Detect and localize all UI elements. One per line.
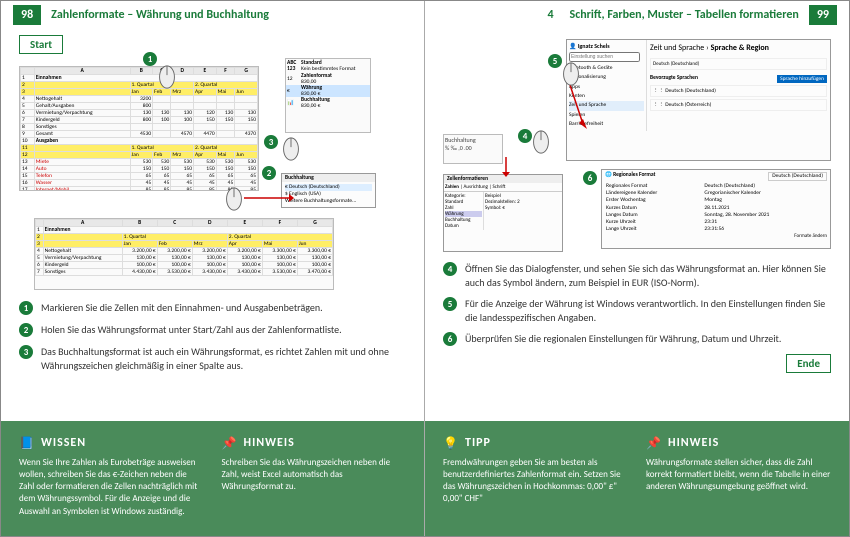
mouse-icon xyxy=(157,64,177,90)
step-text: Öffnen Sie das Dialogfenster, und sehen … xyxy=(465,262,831,289)
step-num: 5 xyxy=(443,297,457,311)
mouse-icon xyxy=(561,61,581,87)
tipp-text: Fremdwährungen geben Sie am besten als b… xyxy=(443,457,628,506)
hinweis-text: Währungsformate stellen sicher, dass die… xyxy=(646,457,831,493)
mouse-icon xyxy=(224,186,244,212)
tipp-head: TIPP xyxy=(465,436,491,450)
step-text: Das Buchhaltungsformat ist auch ein Währ… xyxy=(41,345,406,372)
ribbon-snippet: Buchhaltung% ‰ ,0 .00 xyxy=(443,134,503,164)
callout-3: 3 xyxy=(264,135,278,149)
callout-1: 1 xyxy=(143,52,157,66)
steps-left: 1 Markieren Sie die Zellen mit den Einnah… xyxy=(19,301,406,372)
header-right: 4 Schrift, Farben, Muster – Tabellen for… xyxy=(425,1,849,29)
chapter-title: Schrift, Farben, Muster – Tabellen forma… xyxy=(570,8,799,22)
start-badge: Start xyxy=(19,35,63,54)
figure-area-left: ABCDEFG 1Einnahmen 21. Quartal2. Quartal… xyxy=(19,58,406,293)
bottom-boxes-left: 📘 WISSEN Wenn Sie Ihre Zahlen als Eurobet… xyxy=(1,421,424,536)
bulb-icon: 💡 xyxy=(443,435,459,451)
accounting-popup: Buchhaltung € Deutsch (Deutschland) $ En… xyxy=(281,173,376,208)
steps-right: 4 Öffnen Sie das Dialogfenster, und sehen… xyxy=(443,262,831,346)
pin-icon: 📌 xyxy=(222,435,238,451)
step-num: 6 xyxy=(443,332,457,346)
book-icon: 📘 xyxy=(19,435,35,451)
step-text: Holen Sie das Währungsformat unter Start… xyxy=(41,323,342,337)
step-num: 3 xyxy=(19,345,33,359)
page-number: 98 xyxy=(13,5,41,25)
windows-settings: 👤 Ignatz Schels Bluetooth & Geräte Perso… xyxy=(566,39,831,161)
hinweis-head: HINWEIS xyxy=(244,436,295,450)
hinweis-text: Schreiben Sie das Währungszeichen neben … xyxy=(222,457,407,493)
format-cells-dialog: Zellenformatieren Zahlen | Ausrichtung |… xyxy=(443,174,563,252)
header-left: 98 Zahlenformate – Währung und Buchhaltu… xyxy=(1,1,424,29)
step-num: 1 xyxy=(19,301,33,315)
callout-5: 5 xyxy=(548,54,562,68)
regional-format: 🌐 Regionales FormatDeutsch (Deutschland)… xyxy=(601,169,831,249)
step-num: 4 xyxy=(443,262,457,276)
step-text: Markieren Sie die Zellen mit den Einnahm… xyxy=(41,301,323,315)
number-format-list: ABC123StandardKein bestimmtes Format 12Z… xyxy=(285,58,371,133)
excel-table-top: ABCDEFG 1Einnahmen 21. Quartal2. Quartal… xyxy=(19,66,259,191)
excel-table-euro: ABCDEFG 1Einnahmen 21. Quartal2. Quartal… xyxy=(34,218,334,290)
wissen-text: Wenn Sie Ihre Zahlen als Eurobeträge aus… xyxy=(19,457,204,518)
step-text: Überprüfen Sie die regionalen Einstellun… xyxy=(465,332,781,346)
wissen-head: WISSEN xyxy=(41,436,86,450)
chapter-num: 4 xyxy=(547,8,553,22)
page-number: 99 xyxy=(809,5,837,25)
mouse-icon xyxy=(281,136,301,162)
callout-6: 6 xyxy=(583,171,597,185)
step-num: 2 xyxy=(19,323,33,337)
step-text: Für die Anzeige der Währung ist Windows … xyxy=(465,297,831,324)
callout-4: 4 xyxy=(518,129,532,143)
page-title: Zahlenformate – Währung und Buchhaltung xyxy=(51,8,269,22)
bottom-boxes-right: 💡 TIPP Fremdwährungen geben Sie am besten… xyxy=(425,421,849,536)
figure-area-right: 👤 Ignatz Schels Bluetooth & Geräte Perso… xyxy=(443,39,831,254)
end-badge: Ende xyxy=(786,354,831,373)
pin-icon: 📌 xyxy=(646,435,662,451)
callout-2: 2 xyxy=(262,166,276,180)
hinweis-head: HINWEIS xyxy=(668,436,719,450)
mouse-icon xyxy=(531,129,551,155)
